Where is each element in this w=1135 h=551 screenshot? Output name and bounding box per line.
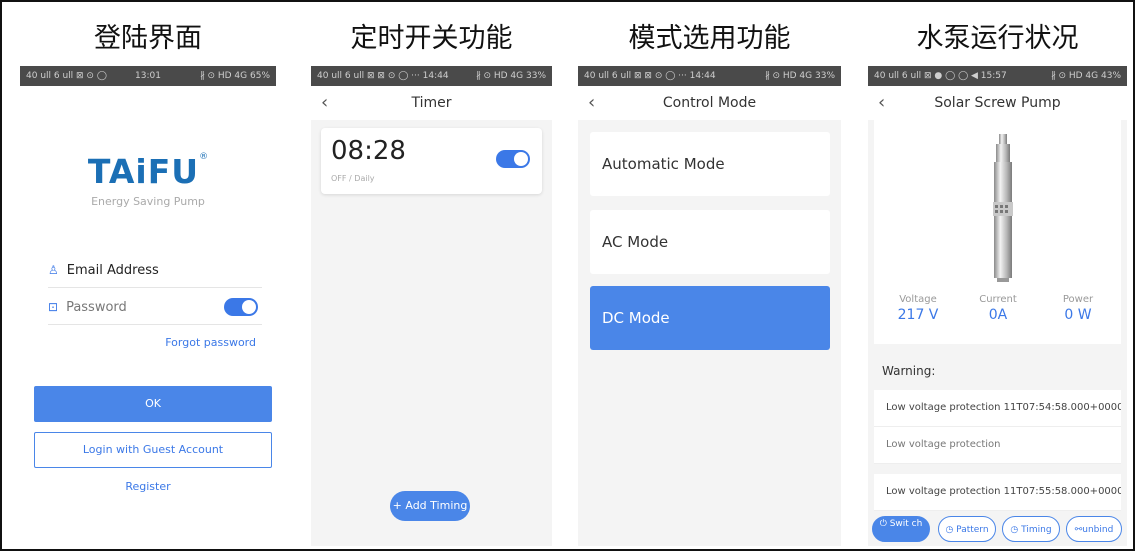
register-link[interactable]: Register [20, 480, 276, 493]
lock-icon: ⊡ [48, 300, 59, 314]
timing-button[interactable]: ◷ Timing [1002, 516, 1060, 542]
panel-title-timer: 定时开关功能 [350, 23, 513, 54]
status-bar: 40 ull 6 ull ⊠ ● ◯ ◯ ◀ 15:57 ∦ ⊙ HD 4G 4… [868, 66, 1127, 86]
voltage-value: 217 V [897, 307, 939, 323]
timing-label: Timing [1021, 525, 1052, 535]
mode-ac[interactable]: AC Mode [590, 210, 830, 274]
login-screen: 40 ull 6 ull ⊠ ⊙ ◯ 13:01 ∦ ⊙ HD 4G 65% T… [20, 66, 276, 546]
email-placeholder: Email Address [66, 263, 159, 278]
unbind-label: unbind [1082, 525, 1114, 535]
status-time: 13:01 [135, 71, 161, 81]
status-signal: 40 ull 6 ull ⊠ ● ◯ ◯ ◀ 15:57 [874, 71, 1007, 81]
nav-bar: ‹ Control Mode [578, 86, 841, 120]
warning-text: Low voltage protection 11T07:54:58.000+0… [874, 390, 1121, 427]
pattern-button[interactable]: ◷ Pattern [938, 516, 996, 542]
timer-time: 08:28 [331, 136, 406, 166]
add-timing-button[interactable]: + Add Timing [390, 491, 470, 521]
status-signal: 40 ull 6 ull ⊠ ⊠ ⊙ ◯ ··· 14:44 [584, 71, 716, 81]
brand-reg-mark: ® [199, 152, 209, 162]
clock-icon: ◷ [1010, 525, 1019, 535]
mode-automatic[interactable]: Automatic Mode [590, 132, 830, 196]
pump-image [993, 134, 1013, 282]
ok-button[interactable]: OK [34, 386, 272, 422]
power-icon: ⏻ [879, 519, 887, 529]
timer-enable-toggle[interactable] [496, 150, 530, 168]
status-battery: ∦ ⊙ HD 4G 43% [1051, 71, 1121, 81]
power-metric: Power 0 W [1048, 294, 1108, 323]
status-signal: 40 ull 6 ull ⊠ ⊙ ◯ [26, 71, 107, 81]
brand-tagline: Energy Saving Pump [91, 195, 205, 208]
guest-login-button[interactable]: Login with Guest Account [34, 432, 272, 468]
clock-icon: ◷ [945, 525, 954, 535]
brand-name: TAiFU [87, 152, 200, 191]
unbind-button[interactable]: ⚯unbind [1066, 516, 1122, 542]
status-bar: 40 ull 6 ull ⊠ ⊙ ◯ 13:01 ∦ ⊙ HD 4G 65% [20, 66, 276, 86]
page-title: Control Mode [662, 95, 757, 111]
power-label: Power [1062, 294, 1094, 305]
password-placeholder: Password [66, 300, 127, 315]
nav-bar: ‹ Solar Screw Pump [868, 86, 1127, 120]
timer-repeat: OFF / Daily [331, 174, 375, 183]
panel-title-mode: 模式选用功能 [628, 23, 791, 54]
page-title: Solar Screw Pump [934, 95, 1061, 111]
status-signal: 40 ull 6 ull ⊠ ⊠ ⊙ ◯ ··· 14:44 [317, 71, 449, 81]
pump-card: Voltage 217 V Current 0A Power 0 W [874, 120, 1121, 344]
forgot-password-link[interactable]: Forgot password [165, 336, 256, 349]
status-bar: 40 ull 6 ull ⊠ ⊠ ⊙ ◯ ··· 14:44 ∦ ⊙ HD 4G… [578, 66, 841, 86]
back-chevron-icon[interactable]: ‹ [588, 86, 595, 120]
panel-title-login: 登陆界面 [94, 23, 202, 54]
current-label: Current [979, 294, 1017, 305]
status-bar: 40 ull 6 ull ⊠ ⊠ ⊙ ◯ ··· 14:44 ∦ ⊙ HD 4G… [311, 66, 552, 86]
brand-logo: TAiFU® Energy Saving Pump [20, 152, 276, 208]
timer-item[interactable]: 08:28 OFF / Daily [321, 128, 542, 194]
control-mode-screen: 40 ull 6 ull ⊠ ⊠ ⊙ ◯ ··· 14:44 ∦ ⊙ HD 4G… [578, 66, 841, 546]
status-battery: ∦ ⊙ HD 4G 33% [476, 71, 546, 81]
mode-dc[interactable]: DC Mode [590, 286, 830, 350]
switch-button[interactable]: ⏻ Swit ch [872, 516, 930, 542]
current-value: 0A [988, 307, 1008, 323]
nav-bar: ‹ Timer [311, 86, 552, 120]
power-value: 0 W [1064, 307, 1092, 323]
action-bar: ⏻ Swit ch ◷ Pattern ◷ Timing ⚯unbind [868, 512, 1127, 546]
voltage-label: Voltage [899, 294, 937, 305]
status-battery: ∦ ⊙ HD 4G 33% [765, 71, 835, 81]
password-field[interactable]: ⊡ Password [48, 290, 262, 325]
status-battery: ∦ ⊙ HD 4G 65% [200, 71, 270, 81]
warning-item[interactable]: Low voltage protection 11T07:55:58.000+0… [874, 474, 1121, 511]
warning-item[interactable]: Low voltage protection 11T07:54:58.000+0… [874, 390, 1121, 464]
panel-title-pump: 水泵运行状况 [916, 23, 1079, 54]
voltage-metric: Voltage 217 V [888, 294, 948, 323]
page-title: Timer [411, 95, 452, 111]
timer-screen: 40 ull 6 ull ⊠ ⊠ ⊙ ◯ ··· 14:44 ∦ ⊙ HD 4G… [311, 66, 552, 546]
pump-status-screen: 40 ull 6 ull ⊠ ● ◯ ◯ ◀ 15:57 ∦ ⊙ HD 4G 4… [868, 66, 1127, 546]
warning-detail: Low voltage protection [874, 427, 1121, 464]
warning-heading: Warning: [882, 364, 936, 378]
pattern-label: Pattern [956, 525, 989, 535]
current-metric: Current 0A [968, 294, 1028, 323]
user-icon: ♙ [48, 263, 59, 277]
back-chevron-icon[interactable]: ‹ [878, 86, 885, 120]
warning-text: Low voltage protection 11T07:55:58.000+0… [874, 474, 1121, 511]
password-visibility-toggle[interactable] [224, 298, 258, 316]
email-field[interactable]: ♙ Email Address [48, 253, 262, 288]
back-chevron-icon[interactable]: ‹ [321, 86, 328, 120]
switch-label: Swit ch [889, 519, 923, 529]
